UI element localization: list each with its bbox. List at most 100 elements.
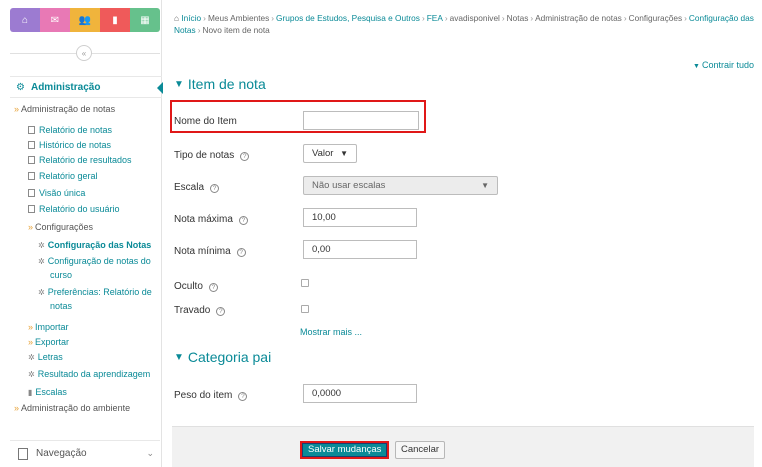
gear-icon: ✲: [38, 257, 45, 266]
breadcrumb-separator: ›: [203, 13, 206, 23]
help-icon[interactable]: ?: [240, 152, 250, 161]
min-grade-input[interactable]: [303, 240, 417, 259]
section-title-label: Item de nota: [187, 76, 266, 92]
section-header-item[interactable]: ▼ Item de nota: [174, 76, 266, 92]
sidebar-tree-item[interactable]: » Importar: [28, 322, 69, 333]
sidebar-tree-item[interactable]: Relatório de notas: [28, 125, 112, 136]
mail-icon[interactable]: ✉: [40, 8, 70, 32]
chevron-right-icon: »: [14, 104, 20, 114]
users-icon[interactable]: 👥: [70, 8, 100, 32]
sidebar-tree-item-label: Resultado da aprendizagem: [37, 369, 151, 379]
breadcrumb-item[interactable]: FEA: [427, 13, 443, 23]
grid-icon[interactable]: ▦: [130, 8, 160, 32]
help-icon[interactable]: ?: [236, 248, 246, 257]
sidebar-tree-item[interactable]: » Administração do ambiente: [14, 403, 130, 414]
save-changes-button[interactable]: Salvar mudanças: [300, 441, 390, 459]
hidden-checkbox[interactable]: [301, 279, 309, 287]
section-header-parent-category[interactable]: ▼ Categoria pai: [174, 349, 271, 365]
collapse-all-label: Contrair tudo: [701, 60, 754, 70]
sidebar-tree-item-label: curso: [50, 270, 73, 280]
sidebar-tree-item[interactable]: curso: [50, 270, 72, 281]
main-content: ⌂ Início › Meus Ambientes › Grupos de Estudo…: [162, 0, 762, 467]
sidebar-tree-item-label: Configurações: [35, 222, 94, 232]
breadcrumb-item[interactable]: Novo item de nota: [202, 25, 269, 35]
breadcrumb-item[interactable]: Configurações: [629, 13, 683, 23]
collapse-all-link[interactable]: ▼ Contrair tudo: [693, 60, 754, 70]
collapse-sidebar-button[interactable]: «: [76, 45, 92, 61]
min-grade-label-text: Nota mínima: [174, 246, 231, 257]
breadcrumb-separator: ›: [421, 13, 425, 23]
sidebar-tree-item[interactable]: ✲ Configuração das Notas: [38, 240, 151, 251]
report-icon: [28, 156, 35, 164]
breadcrumb-item[interactable]: Grupos de Estudos, Pesquisa e Outros: [276, 13, 420, 23]
sidebar: ⌂ ✉ 👥 ▮ ▦ « ⚙ Administração » Administração d…: [0, 0, 163, 467]
sidebar-tree-item[interactable]: ✲ Preferências: Relatório de: [38, 287, 152, 298]
help-icon[interactable]: ?: [238, 392, 248, 401]
report-icon: [28, 205, 35, 213]
page-icon[interactable]: ▮: [100, 8, 130, 32]
report-icon: [28, 172, 35, 180]
cancel-button[interactable]: Cancelar: [395, 441, 446, 459]
grade-type-select[interactable]: Valor ▼: [303, 144, 357, 163]
scale-select[interactable]: Não usar escalas ▼: [303, 176, 498, 195]
hidden-label: Oculto?: [174, 281, 218, 292]
navigation-block-header[interactable]: Navegação ⌄: [10, 440, 160, 466]
sidebar-tree-item-label: Relatório do usuário: [39, 204, 120, 214]
section-title-label: Categoria pai: [187, 349, 272, 365]
min-grade-label: Nota mínima?: [174, 246, 246, 257]
sidebar-tree-item-label: Configuração das Notas: [47, 240, 152, 250]
sidebar-tree-item[interactable]: Visão única: [28, 188, 85, 199]
item-weight-input[interactable]: [303, 384, 417, 403]
help-icon[interactable]: ?: [208, 283, 218, 292]
help-icon[interactable]: ?: [216, 307, 226, 316]
breadcrumb-item[interactable]: Administração de notas: [535, 13, 622, 23]
sidebar-tree-item[interactable]: » Configurações: [28, 222, 93, 233]
show-more-link[interactable]: Mostrar mais ...: [300, 327, 362, 337]
sidebar-tree-item-label: Visão única: [39, 188, 86, 198]
administration-block-header[interactable]: ⚙ Administração: [10, 76, 163, 98]
breadcrumb-separator: ›: [271, 13, 275, 23]
report-icon: [28, 126, 35, 134]
sidebar-tree-item-label: Relatório de notas: [39, 125, 113, 135]
home-icon[interactable]: ⌂: [10, 8, 40, 32]
sidebar-tree-item[interactable]: notas: [50, 301, 72, 312]
sidebar-tree-item[interactable]: ✲ Configuração de notas do: [38, 256, 151, 267]
max-grade-label: Nota máxima?: [174, 214, 248, 225]
help-icon[interactable]: ?: [238, 216, 248, 225]
sidebar-tree-item[interactable]: Relatório do usuário: [28, 204, 120, 215]
sidebar-tree-item-label: Letras: [37, 352, 63, 362]
sidebar-tree-item[interactable]: Histórico de notas: [28, 140, 111, 151]
breadcrumb-item[interactable]: Início: [181, 13, 201, 23]
navigation-title: Navegação: [36, 448, 87, 459]
chevron-right-icon: »: [28, 222, 34, 232]
sidebar-tree-item[interactable]: ▮ Escalas: [28, 387, 67, 398]
sidebar-tree-item[interactable]: ✲ Resultado da aprendizagem: [28, 369, 150, 380]
max-grade-label-text: Nota máxima: [174, 214, 233, 225]
grade-type-value: Valor: [312, 148, 334, 159]
item-weight-label-text: Peso do item: [174, 390, 233, 401]
chevron-down-icon: ⌄: [146, 448, 154, 458]
item-name-label: Nome do Item: [174, 116, 237, 127]
item-name-input[interactable]: [303, 111, 419, 130]
locked-label-text: Travado: [174, 305, 211, 316]
item-weight-label: Peso do item?: [174, 390, 248, 401]
caret-down-icon: ▼: [340, 149, 348, 158]
triangle-down-icon: ▼: [693, 63, 700, 70]
sidebar-tree-item-label: Administração de notas: [21, 104, 116, 114]
breadcrumb-item[interactable]: Notas: [507, 13, 529, 23]
breadcrumb-item[interactable]: Meus Ambientes: [208, 13, 269, 23]
scale-label-text: Escala: [174, 182, 205, 193]
locked-checkbox[interactable]: [301, 305, 309, 313]
max-grade-input[interactable]: [303, 208, 417, 227]
sidebar-tree-item[interactable]: » Exportar: [28, 337, 69, 348]
breadcrumb-separator: ›: [684, 13, 687, 23]
gear-icon: ✲: [28, 353, 35, 362]
sidebar-tree-item[interactable]: Relatório geral: [28, 171, 98, 182]
sidebar-tree-item[interactable]: » Administração de notas: [14, 104, 115, 115]
help-icon[interactable]: ?: [210, 184, 220, 193]
breadcrumb-item[interactable]: avadisponivel: [450, 13, 500, 23]
sidebar-tree-item[interactable]: Relatório de resultados: [28, 155, 132, 166]
grade-type-label: Tipo de notas?: [174, 150, 250, 161]
sidebar-tree-item[interactable]: ✲ Letras: [28, 352, 63, 363]
sidebar-tree-item-label: notas: [50, 301, 73, 311]
